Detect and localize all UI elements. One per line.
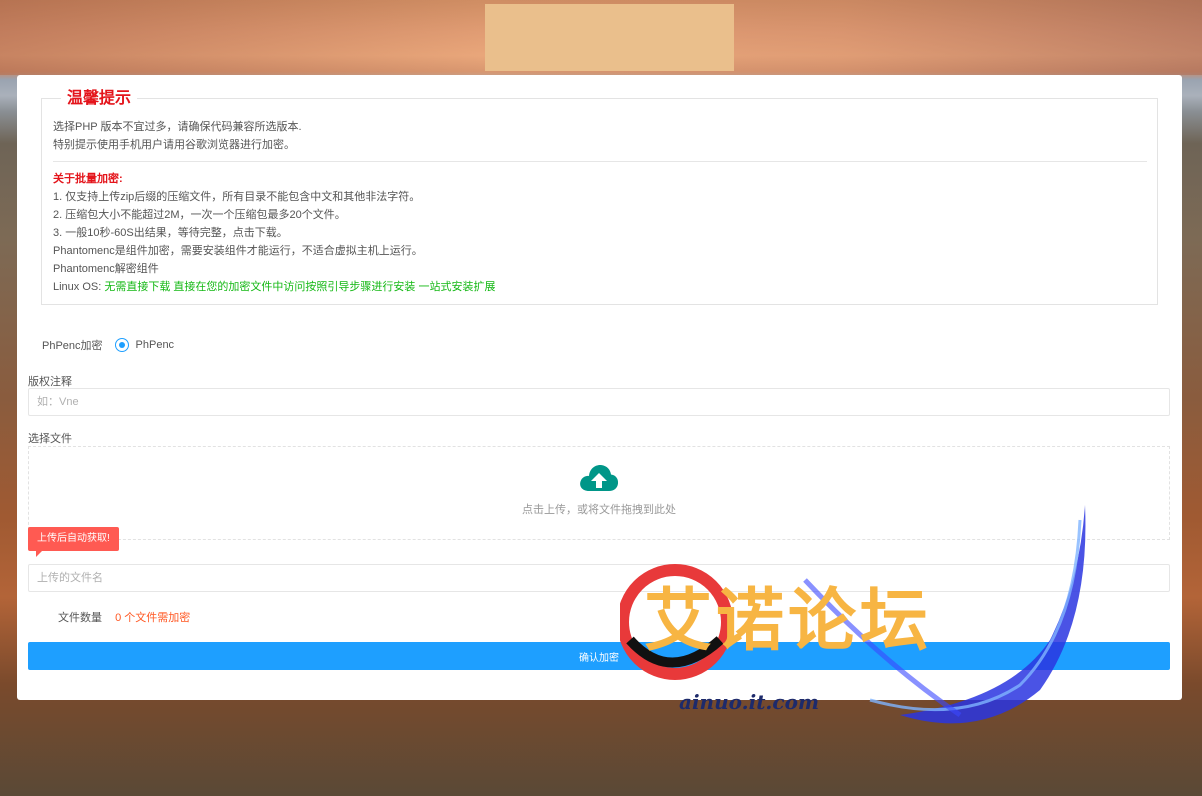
cloud-upload-icon: [580, 464, 619, 491]
file-select-label: 选择文件: [28, 433, 72, 445]
copyright-input[interactable]: [28, 388, 1170, 416]
file-count-label: 文件数量: [58, 612, 102, 624]
header-banner: [485, 4, 734, 71]
confirm-encrypt-button[interactable]: 确认加密: [28, 642, 1170, 670]
batch-item: Phantomenc解密组件: [53, 263, 159, 275]
upload-dropzone[interactable]: 点击上传，或将文件拖拽到此处: [28, 446, 1170, 540]
file-count-value: 0 个文件需加密: [115, 612, 191, 624]
encrypt-mode-row: PhPenc加密 PhPenc: [42, 337, 174, 353]
linux-label: Linux OS:: [53, 281, 105, 293]
encrypt-mode-label: PhPenc加密: [42, 340, 103, 352]
notice-intro-line: 选择PHP 版本不宜过多，请确保代码兼容所选版本.: [53, 121, 302, 133]
notice-title: 温馨提示: [61, 90, 138, 108]
batch-item: Phantomenc是组件加密，需要安装组件才能运行，不适合虚拟主机上运行。: [53, 245, 423, 257]
main-panel: 温馨提示 选择PHP 版本不宜过多，请确保代码兼容所选版本. 特别提示使用手机用…: [17, 75, 1182, 700]
batch-item: 1. 仅支持上传zip后缀的压缩文件，所有目录不能包含中文和其他非法字符。: [53, 191, 421, 203]
batch-item: 2. 压缩包大小不能超过2M，一次一个压缩包最多20个文件。: [53, 209, 346, 221]
notice-box: 温馨提示 选择PHP 版本不宜过多，请确保代码兼容所选版本. 特别提示使用手机用…: [41, 90, 1158, 305]
filename-input[interactable]: [28, 564, 1170, 592]
copyright-label: 版权注释: [28, 376, 72, 388]
phpenc-option-label[interactable]: PhPenc: [136, 339, 175, 351]
notice-body: 选择PHP 版本不宜过多，请确保代码兼容所选版本. 特别提示使用手机用户请用谷歌…: [53, 118, 1147, 296]
linux-install-link[interactable]: 无需直接下载 直接在您的加密文件中访问按照引导步骤进行安装 一站式安装扩展: [104, 281, 495, 293]
auto-fetch-tip: 上传后自动获取!: [28, 527, 119, 557]
phpenc-radio[interactable]: [114, 338, 129, 352]
file-count-row: 文件数量 0 个文件需加密: [58, 609, 190, 625]
notice-divider: [53, 161, 1147, 162]
linux-line: Linux OS: 无需直接下载 直接在您的加密文件中访问按照引导步骤进行安装 …: [53, 278, 1147, 296]
notice-intro-line: 特别提示使用手机用户请用谷歌浏览器进行加密。: [53, 139, 295, 151]
batch-item: 3. 一般10秒-60S出结果，等待完整，点击下载。: [53, 227, 288, 239]
upload-hint: 点击上传，或将文件拖拽到此处: [522, 504, 676, 516]
batch-title: 关于批量加密:: [53, 173, 123, 185]
